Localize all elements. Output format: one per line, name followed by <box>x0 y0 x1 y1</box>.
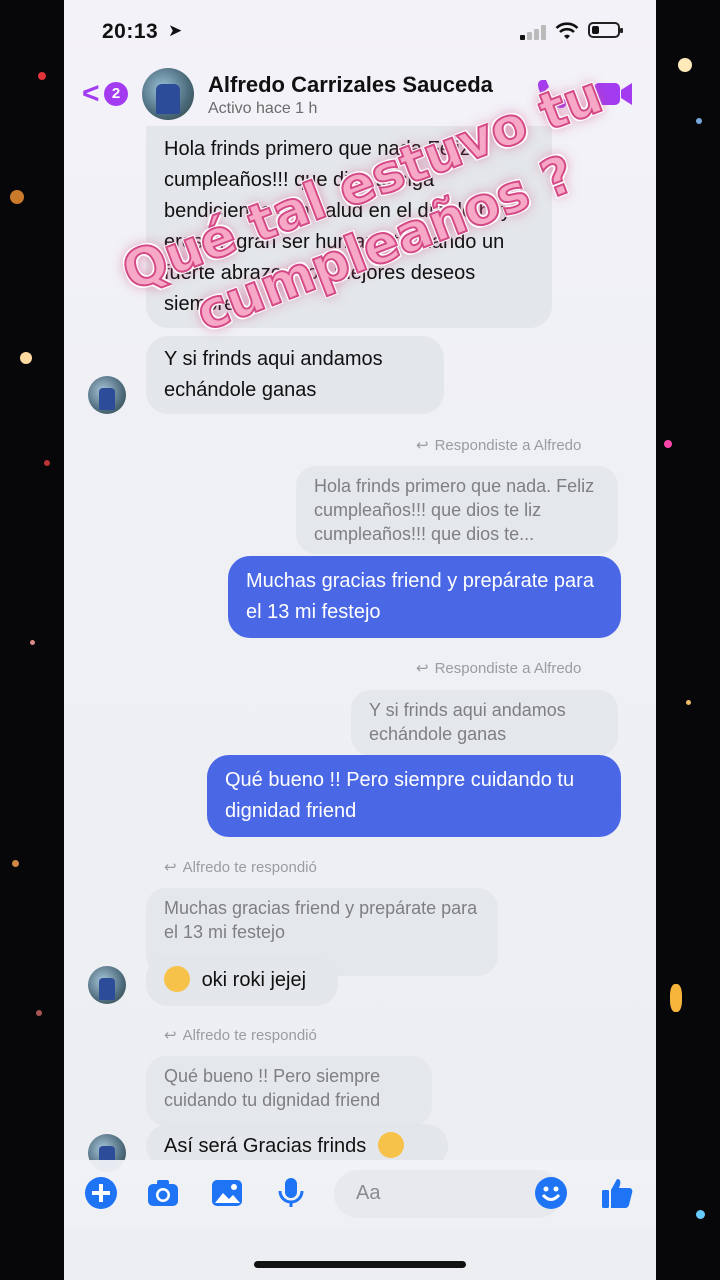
unread-badge: 2 <box>104 82 128 106</box>
reply-label-text: Alfredo te respondió <box>182 1027 317 1044</box>
message-input-placeholder: Aa <box>356 1182 381 1204</box>
contact-avatar[interactable] <box>142 68 194 120</box>
status-bar: 20:13 ➤ <box>64 0 656 62</box>
message-text: Muchas gracias friend y prepárate para e… <box>246 570 594 623</box>
active-status: Activo hace 1 h <box>208 100 318 117</box>
quoted-text: Y si frinds aqui andamos echándole ganas <box>369 700 566 744</box>
wifi-icon <box>555 22 579 39</box>
back-chevron-icon[interactable]: < <box>82 79 100 109</box>
status-time: 20:13 <box>102 20 159 43</box>
astonished-emoji-icon <box>164 965 190 992</box>
reply-arrow-icon: ↩ <box>416 437 429 454</box>
location-arrow-icon: ➤ <box>168 21 183 40</box>
reply-label-text: Respondiste a Alfredo <box>434 437 582 454</box>
outgoing-message[interactable]: Qué bueno !! Pero siempre cuidando tu di… <box>207 755 621 837</box>
message-input[interactable]: Aa <box>334 1170 562 1218</box>
thumbs-up-icon[interactable] <box>600 1176 634 1210</box>
reply-indicator: ↩ Alfredo te respondió <box>164 1026 317 1044</box>
messenger-screen: 20:13 ➤ < 2 Alfredo Carrizales Sauceda A… <box>64 0 656 1280</box>
reply-indicator: ↩ Respondiste a Alfredo <box>416 436 581 454</box>
camera-icon[interactable] <box>146 1176 180 1210</box>
sender-avatar[interactable] <box>88 966 126 1004</box>
incoming-message[interactable]: oki roki jejej <box>146 956 338 1006</box>
reply-label-text: Alfredo te respondió <box>182 859 317 876</box>
emoji-icon[interactable] <box>534 1176 568 1210</box>
confetti-background-left <box>0 0 64 1280</box>
sender-avatar[interactable] <box>88 376 126 414</box>
reply-arrow-icon: ↩ <box>164 859 177 876</box>
message-composer: Aa <box>64 1160 656 1230</box>
microphone-icon[interactable] <box>274 1176 308 1210</box>
quoted-message[interactable]: Y si frinds aqui andamos echándole ganas <box>351 690 618 756</box>
reply-arrow-icon: ↩ <box>416 660 429 677</box>
reply-arrow-icon: ↩ <box>164 1027 177 1044</box>
outgoing-message[interactable]: Muchas gracias friend y prepárate para e… <box>228 556 621 638</box>
confetti-background-right <box>656 0 720 1280</box>
message-text: Qué bueno !! Pero siempre cuidando tu di… <box>225 769 575 822</box>
home-indicator <box>254 1261 466 1268</box>
quoted-message[interactable]: Qué bueno !! Pero siempre cuidando tu di… <box>146 1056 432 1126</box>
reply-label-text: Respondiste a Alfredo <box>434 660 582 677</box>
reply-indicator: ↩ Respondiste a Alfredo <box>416 659 581 677</box>
battery-icon <box>588 22 623 38</box>
cellular-signal-icon <box>520 24 548 40</box>
quoted-message[interactable]: Hola frinds primero que nada. Feliz cump… <box>296 466 618 554</box>
message-text: Y si frinds aqui andamos echándole ganas <box>164 348 383 401</box>
quoted-text: Hola frinds primero que nada. Feliz cump… <box>314 476 595 544</box>
message-text: Así será Gracias frinds <box>164 1135 367 1157</box>
smiling-emoji-icon <box>377 1131 404 1158</box>
contact-name[interactable]: Alfredo Carrizales Sauceda <box>208 72 493 98</box>
reply-indicator: ↩ Alfredo te respondió <box>164 858 317 876</box>
gallery-icon[interactable] <box>210 1176 244 1210</box>
quoted-text: Muchas gracias friend y prepárate para e… <box>164 898 478 942</box>
plus-icon[interactable] <box>84 1176 118 1210</box>
quoted-text: Qué bueno !! Pero siempre cuidando tu di… <box>164 1066 381 1110</box>
message-text: oki roki jejej <box>201 969 307 991</box>
